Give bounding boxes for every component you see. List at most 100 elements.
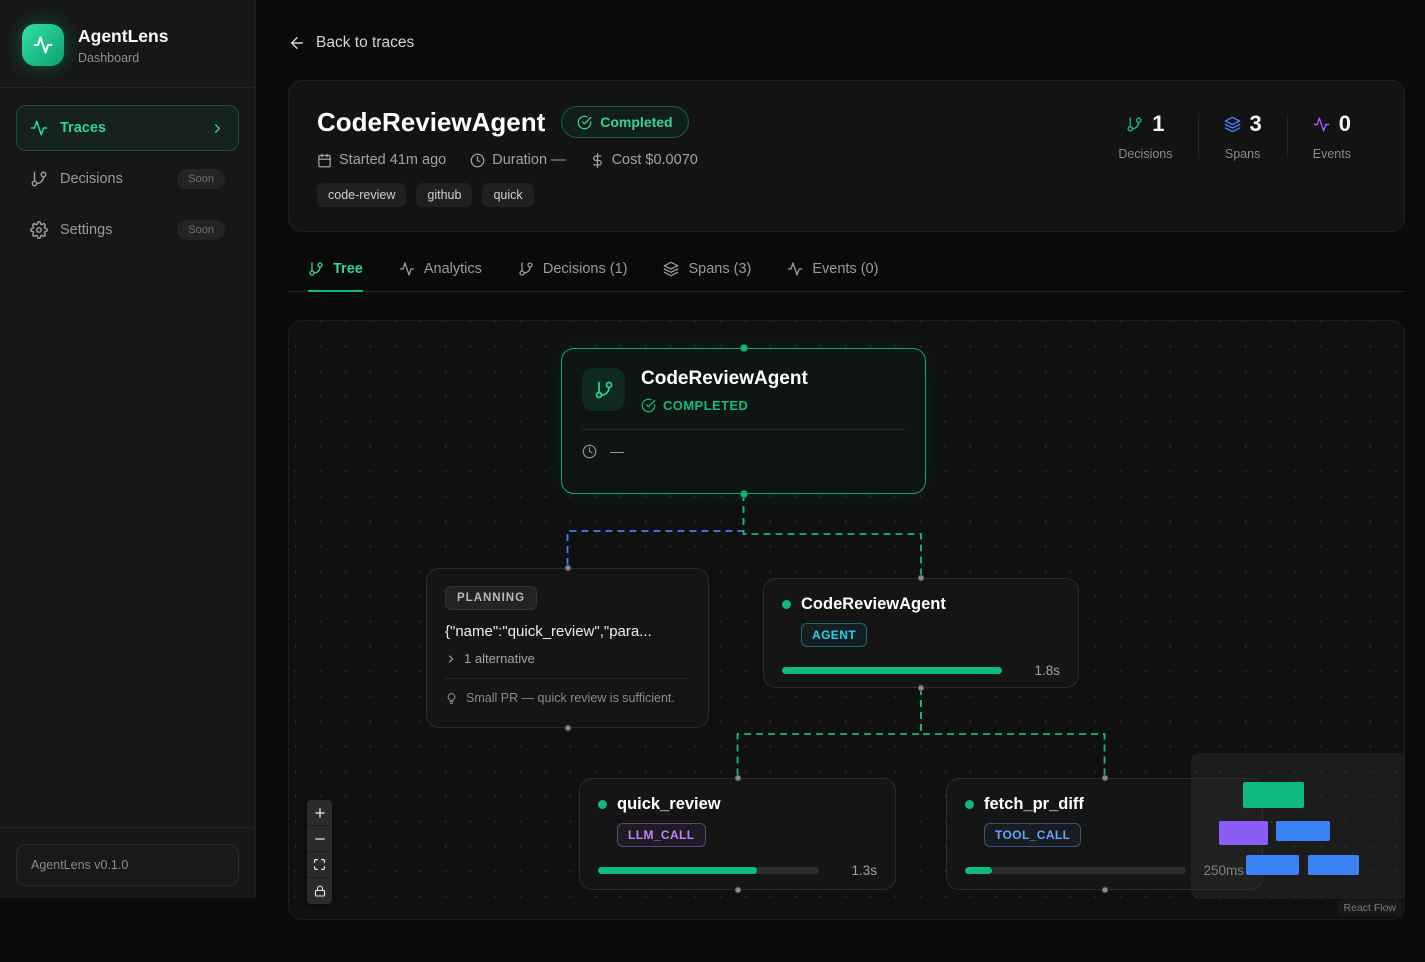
stat-label: Spans — [1225, 147, 1260, 161]
back-link-label: Back to traces — [316, 34, 414, 52]
tab-label: Events (0) — [812, 261, 878, 277]
gear-icon — [30, 221, 48, 239]
zoom-out-button[interactable] — [307, 826, 332, 852]
stat-value: 3 — [1250, 111, 1262, 137]
arrow-left-icon — [288, 34, 306, 52]
chevron-right-icon — [210, 121, 225, 136]
alternatives-label: 1 alternative — [464, 651, 535, 666]
layers-icon — [1224, 116, 1241, 133]
sidebar-item-label: Traces — [60, 120, 106, 136]
main-content: Back to traces CodeReviewAgent Completed — [288, 0, 1405, 920]
tab-analytics[interactable]: Analytics — [399, 261, 482, 292]
tag-chip: github — [416, 183, 472, 207]
calendar-icon — [317, 153, 332, 168]
span-title: quick_review — [617, 795, 721, 814]
minimap-node-root — [1243, 782, 1304, 808]
root-node-status: COMPLETED — [663, 398, 748, 413]
check-circle-icon — [577, 115, 592, 130]
minimap-node-agent — [1276, 821, 1330, 841]
activity-icon — [399, 261, 415, 277]
flow-canvas[interactable]: CodeReviewAgent COMPLETED — P — [288, 320, 1405, 920]
root-node-title: CodeReviewAgent — [641, 368, 808, 390]
trace-meta-row: Started 41m ago Duration — Cost $0.0070 — [317, 152, 698, 168]
span-title: fetch_pr_diff — [984, 795, 1084, 814]
sidebar-item-label: Decisions — [60, 171, 123, 187]
tag-chip: code-review — [317, 183, 406, 207]
duration-meta: Duration — — [470, 152, 565, 168]
span-duration: 1.8s — [1014, 663, 1060, 678]
status-label: Completed — [600, 114, 672, 130]
status-dot — [782, 600, 791, 609]
sidebar: AgentLens Dashboard Traces Decisions Soo… — [0, 0, 256, 898]
stat-decisions: 1 Decisions — [1093, 111, 1197, 161]
decision-value: {"name":"quick_review","para... — [445, 623, 690, 640]
cost-label: Cost $0.0070 — [612, 152, 698, 168]
tab-events[interactable]: Events (0) — [787, 261, 878, 292]
stat-value: 0 — [1339, 111, 1351, 137]
started-meta: Started 41m ago — [317, 152, 446, 168]
stat-label: Events — [1313, 147, 1351, 161]
alternatives-expander[interactable]: 1 alternative — [445, 651, 690, 666]
tab-label: Tree — [333, 261, 363, 277]
back-to-traces-link[interactable]: Back to traces — [288, 34, 414, 52]
git-branch-icon — [582, 368, 625, 411]
stat-label: Decisions — [1118, 147, 1172, 161]
span-type-badge: AGENT — [801, 623, 867, 647]
flow-controls — [307, 800, 332, 904]
decision-reason-text: Small PR — quick review is sufficient. — [466, 691, 675, 705]
flow-minimap[interactable] — [1191, 753, 1404, 899]
activity-icon — [1313, 116, 1330, 133]
flow-node-decision[interactable]: PLANNING {"name":"quick_review","para...… — [426, 568, 709, 728]
chevron-right-icon — [445, 653, 457, 665]
node-handle — [1101, 775, 1108, 782]
app-subtitle: Dashboard — [78, 51, 168, 65]
flow-node-quick-review[interactable]: quick_review LLM_CALL 1.3s — [579, 778, 896, 890]
git-branch-icon — [518, 261, 534, 277]
lock-button[interactable] — [307, 878, 332, 904]
git-branch-icon — [1126, 116, 1143, 133]
git-branch-icon — [30, 170, 48, 188]
status-dot — [598, 800, 607, 809]
span-duration: 1.3s — [831, 863, 877, 878]
tab-decisions[interactable]: Decisions (1) — [518, 261, 628, 292]
trace-header-card: CodeReviewAgent Completed Started 41m ag… — [288, 80, 1405, 232]
node-handle — [1101, 887, 1108, 894]
tab-label: Analytics — [424, 261, 482, 277]
version-label: AgentLens v0.1.0 — [16, 844, 239, 886]
react-flow-attribution[interactable]: React Flow — [1337, 900, 1402, 916]
lightbulb-icon — [445, 692, 458, 705]
activity-icon — [787, 261, 803, 277]
progress-fill — [782, 667, 1002, 674]
sidebar-item-decisions[interactable]: Decisions Soon — [16, 156, 239, 202]
sidebar-item-traces[interactable]: Traces — [16, 105, 239, 151]
node-handle — [740, 344, 748, 352]
flow-node-agent-span[interactable]: CodeReviewAgent AGENT 1.8s — [763, 578, 1079, 688]
soon-badge: Soon — [177, 169, 225, 189]
decision-type-badge: PLANNING — [445, 586, 537, 610]
check-circle-icon — [641, 398, 656, 413]
activity-icon — [33, 35, 53, 55]
node-handle — [734, 775, 741, 782]
sidebar-item-settings[interactable]: Settings Soon — [16, 207, 239, 253]
dollar-icon — [590, 153, 605, 168]
duration-label: Duration — — [492, 152, 565, 168]
zoom-in-button[interactable] — [307, 800, 332, 826]
fit-view-button[interactable] — [307, 852, 332, 878]
flow-node-root[interactable]: CodeReviewAgent COMPLETED — — [561, 348, 926, 494]
stat-events: 0 Events — [1288, 111, 1376, 161]
node-handle — [918, 685, 925, 692]
tab-tree[interactable]: Tree — [308, 261, 363, 292]
decision-reason: Small PR — quick review is sufficient. — [445, 678, 690, 705]
tab-label: Decisions (1) — [543, 261, 628, 277]
progress-track — [782, 667, 1002, 674]
minimap-node-quick — [1246, 855, 1299, 875]
root-node-duration: — — [610, 443, 624, 459]
sidebar-nav: Traces Decisions Soon Settings Soon — [0, 88, 255, 275]
tab-spans[interactable]: Spans (3) — [663, 261, 751, 292]
progress-track — [965, 867, 1186, 874]
trace-stats: 1 Decisions 3 Spans — [1093, 111, 1376, 206]
sidebar-item-label: Settings — [60, 222, 112, 238]
layers-icon — [663, 261, 679, 277]
trace-header-left: CodeReviewAgent Completed Started 41m ag… — [317, 106, 698, 206]
brand: AgentLens Dashboard — [0, 0, 255, 87]
